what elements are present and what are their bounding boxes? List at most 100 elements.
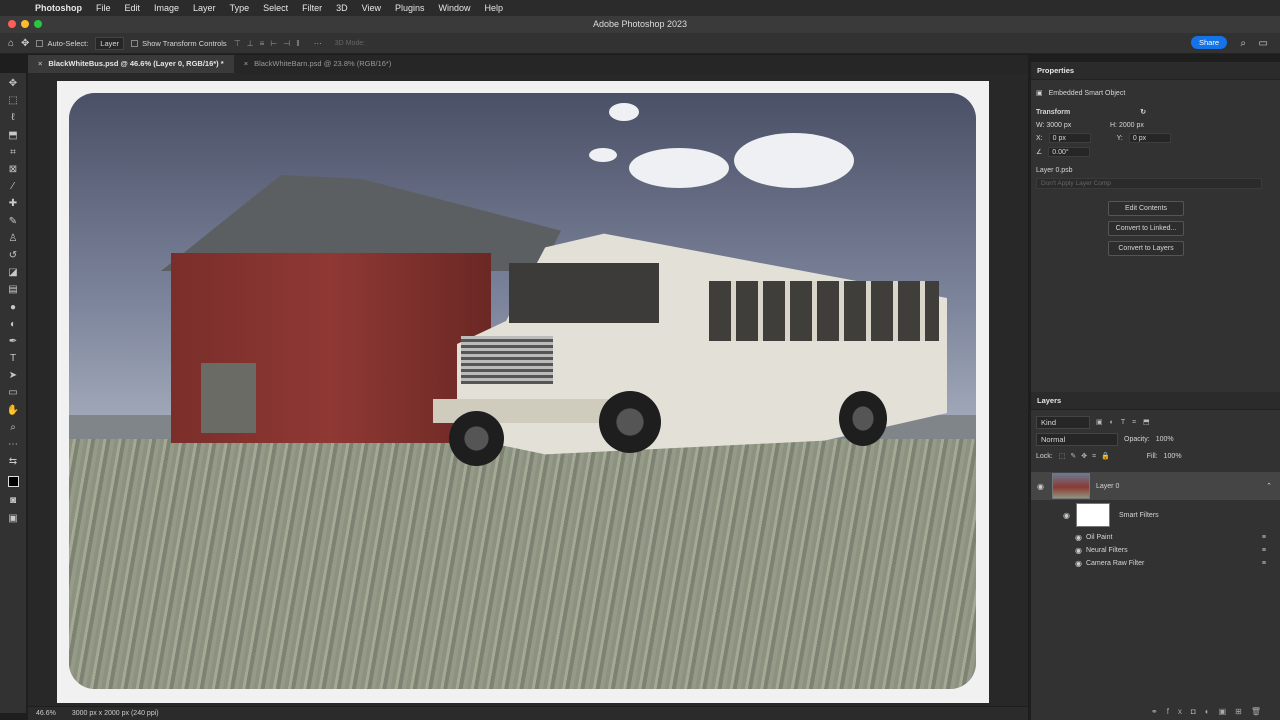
search-icon[interactable]: ⌕ — [1240, 38, 1246, 49]
x-field[interactable]: 0 px — [1048, 133, 1091, 143]
move-tool-icon[interactable]: ✥ — [4, 75, 22, 92]
screen-mode-icon[interactable]: ▣ — [4, 510, 22, 527]
visibility-eye-icon[interactable]: ◉ — [1037, 482, 1044, 491]
layers-panel-title[interactable]: Layers — [1031, 392, 1280, 410]
move-tool-icon[interactable]: ✥ — [21, 38, 29, 49]
smart-filter-toggle-icon[interactable]: ⌃ — [1266, 482, 1272, 490]
zoom-window-button[interactable] — [34, 20, 42, 28]
menu-type[interactable]: Type — [223, 3, 257, 13]
fill-value[interactable]: 100% — [1164, 453, 1182, 460]
opacity-value[interactable]: 100% — [1156, 436, 1174, 443]
properties-panel-title[interactable]: Properties — [1031, 62, 1280, 80]
visibility-eye-icon[interactable]: ◉ — [1075, 533, 1082, 542]
menu-file[interactable]: File — [89, 3, 118, 13]
menu-select[interactable]: Select — [256, 3, 295, 13]
filter-options-icon[interactable]: ≡ — [1262, 560, 1266, 567]
crop-tool-icon[interactable]: ⌗ — [4, 144, 22, 161]
width-value[interactable]: W: 3000 px — [1036, 122, 1104, 129]
reset-transform-icon[interactable]: ↻ — [1140, 108, 1146, 116]
filter-options-icon[interactable]: ≡ — [1262, 547, 1266, 554]
brush-tool-icon[interactable]: ✎ — [4, 213, 22, 230]
eyedropper-tool-icon[interactable]: ⁄ — [4, 178, 22, 195]
rectangle-tool-icon[interactable]: ▭ — [4, 384, 22, 401]
marquee-tool-icon[interactable]: ⬚ — [4, 92, 22, 109]
clone-stamp-tool-icon[interactable]: ♙ — [4, 230, 22, 247]
close-tab-icon[interactable]: × — [244, 59, 248, 68]
blur-tool-icon[interactable]: ● — [4, 298, 22, 315]
zoom-tool-icon[interactable]: ⌕ — [4, 419, 22, 436]
layer-row-layer-0[interactable]: ◉ Layer 0 ⌃ — [1031, 472, 1280, 500]
filter-name[interactable]: Camera Raw Filter — [1086, 560, 1144, 567]
blend-mode-dropdown[interactable]: Normal — [1036, 433, 1118, 446]
tab-blackwhitebus[interactable]: × BlackWhiteBus.psd @ 46.6% (Layer 0, RGB… — [28, 55, 234, 73]
layer-row-neural-filters[interactable]: ◉ Neural Filters ≡ — [1031, 544, 1280, 556]
height-value[interactable]: H: 2000 px — [1110, 122, 1144, 129]
bus-side-windows — [709, 281, 939, 341]
foreground-background-swatch[interactable] — [4, 470, 22, 492]
more-tools-icon[interactable]: ⋯ — [4, 436, 22, 453]
type-tool-icon[interactable]: T — [4, 350, 22, 367]
menu-help[interactable]: Help — [478, 3, 511, 13]
filter-kind-dropdown[interactable]: Kind — [1036, 415, 1090, 429]
hand-tool-icon[interactable]: ✋ — [4, 402, 22, 419]
layer-name[interactable]: Layer 0 — [1096, 483, 1119, 490]
filter-name[interactable]: Oil Paint — [1086, 534, 1112, 541]
layer-row-camera-raw[interactable]: ◉ Camera Raw Filter ≡ — [1031, 557, 1280, 569]
transform-controls-checkbox[interactable]: Show Transform Controls — [131, 39, 227, 48]
document-canvas[interactable] — [57, 81, 989, 703]
menu-app[interactable]: Photoshop — [28, 3, 89, 13]
eraser-tool-icon[interactable]: ◪ — [4, 264, 22, 281]
menu-edit[interactable]: Edit — [118, 3, 148, 13]
visibility-eye-icon[interactable]: ◉ — [1075, 546, 1082, 555]
y-field[interactable]: 0 px — [1128, 133, 1171, 143]
layer-filter-icons[interactable]: ▣◐T⌗⬒ — [1096, 418, 1157, 427]
path-select-tool-icon[interactable]: ➤ — [4, 367, 22, 384]
edit-contents-button[interactable]: Edit Contents — [1108, 201, 1184, 216]
layer-row-oil-paint[interactable]: ◉ Oil Paint ≡ — [1031, 531, 1280, 543]
canvas-area[interactable] — [28, 73, 1052, 706]
align-icons[interactable]: ⊤⊥≡⊢⊣‖ ⋯ — [234, 39, 328, 48]
convert-to-layers-button[interactable]: Convert to Layers — [1108, 241, 1184, 256]
visibility-eye-icon[interactable]: ◉ — [1075, 559, 1082, 568]
cloud — [609, 103, 639, 121]
close-window-button[interactable] — [8, 20, 16, 28]
home-icon[interactable]: ⌂ — [8, 38, 14, 49]
default-colors-icon[interactable]: ⇆ — [4, 453, 22, 470]
lasso-tool-icon[interactable]: ℓ — [4, 109, 22, 126]
quick-mask-icon[interactable]: ◙ — [4, 492, 22, 509]
filter-name[interactable]: Neural Filters — [1086, 547, 1128, 554]
tab-blackwhitebarn[interactable]: × BlackWhiteBarn.psd @ 23.8% (RGB/16*) — [234, 55, 402, 73]
layer-row-smart-filters[interactable]: ◉ Smart Filters — [1031, 503, 1280, 527]
dodge-tool-icon[interactable]: ◐ — [4, 316, 22, 333]
share-button[interactable]: Share — [1190, 36, 1227, 49]
menu-view[interactable]: View — [355, 3, 388, 13]
close-tab-icon[interactable]: × — [38, 59, 42, 68]
layers-panel-footer-icons[interactable]: ⚭fx◘◐▣⊞🗑 — [1151, 707, 1270, 716]
frame-tool-icon[interactable]: ⊠ — [4, 161, 22, 178]
workspace-icon[interactable]: ▭ — [1259, 38, 1268, 49]
transform-header: Transform ↻ — [1031, 108, 1280, 117]
gradient-tool-icon[interactable]: ▤ — [4, 281, 22, 298]
healing-brush-tool-icon[interactable]: ✚ — [4, 195, 22, 212]
pen-tool-icon[interactable]: ✒ — [4, 333, 22, 350]
menu-filter[interactable]: Filter — [295, 3, 329, 13]
auto-select-checkbox[interactable]: Auto-Select: — [36, 39, 88, 48]
menu-window[interactable]: Window — [432, 3, 478, 13]
convert-to-linked-button[interactable]: Convert to Linked... — [1108, 221, 1184, 236]
visibility-eye-icon[interactable]: ◉ — [1063, 511, 1070, 520]
menu-plugins[interactable]: Plugins — [388, 3, 432, 13]
object-select-tool-icon[interactable]: ⬒ — [4, 127, 22, 144]
menu-3d[interactable]: 3D — [329, 3, 355, 13]
smart-filters-label[interactable]: Smart Filters — [1119, 512, 1159, 519]
angle-field[interactable]: 0.00° — [1048, 147, 1091, 157]
auto-select-dropdown[interactable]: Layer — [95, 36, 125, 50]
lock-icons[interactable]: ⬚✎✥⌗🔒 — [1059, 452, 1115, 461]
document-info[interactable]: 3000 px x 2000 px (240 ppi) — [72, 710, 159, 717]
minimize-window-button[interactable] — [21, 20, 29, 28]
zoom-level[interactable]: 46.6% — [36, 710, 56, 717]
menu-layer[interactable]: Layer — [186, 3, 223, 13]
history-brush-tool-icon[interactable]: ↺ — [4, 247, 22, 264]
menu-image[interactable]: Image — [147, 3, 186, 13]
layer-comp-select[interactable]: Don't Apply Layer Comp — [1036, 178, 1262, 189]
filter-options-icon[interactable]: ≡ — [1262, 534, 1266, 541]
